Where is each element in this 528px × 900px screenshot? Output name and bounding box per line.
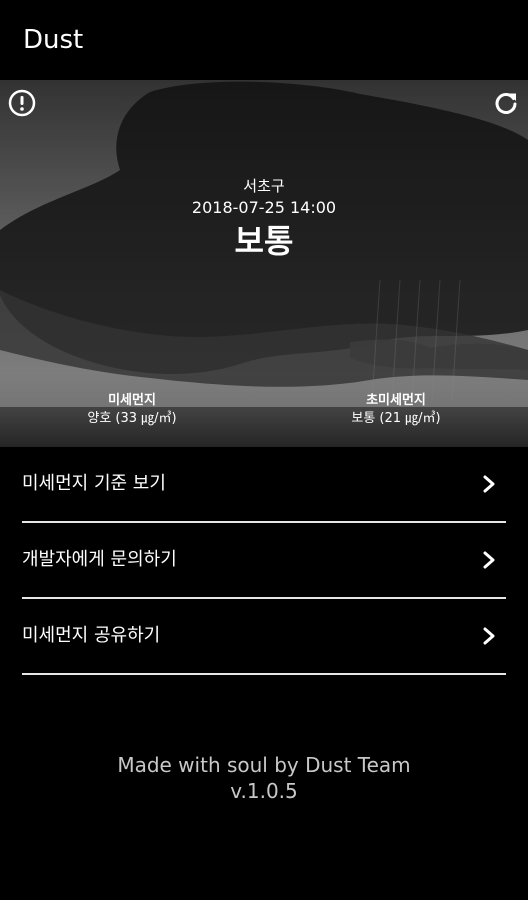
pm25-metric: 초미세먼지 보통 (21 ㎍/㎥) bbox=[306, 392, 486, 428]
weather-hero: 서초구 2018-07-25 14:00 보통 미세먼지 양호 (33 ㎍/㎥)… bbox=[0, 80, 528, 447]
pm10-value: 양호 (33 ㎍/㎥) bbox=[87, 411, 177, 426]
chevron-right-icon bbox=[483, 627, 495, 645]
menu-item-dust-standards[interactable]: 미세먼지 기준 보기 bbox=[22, 447, 506, 523]
pm25-value: 보통 (21 ㎍/㎥) bbox=[351, 411, 441, 426]
air-quality-summary: 서초구 2018-07-25 14:00 보통 bbox=[0, 176, 528, 262]
version-text: v.1.0.5 bbox=[230, 779, 298, 803]
menu-item-label: 개발자에게 문의하기 bbox=[22, 549, 177, 570]
credit-text: Made with soul by Dust Team bbox=[117, 753, 411, 777]
pm10-metric: 미세먼지 양호 (33 ㎍/㎥) bbox=[42, 392, 222, 428]
chevron-right-icon bbox=[483, 475, 495, 493]
chevron-right-icon bbox=[483, 551, 495, 569]
footer: Made with soul by Dust Team v.1.0.5 bbox=[0, 752, 528, 804]
menu-item-contact-developer[interactable]: 개발자에게 문의하기 bbox=[22, 523, 506, 599]
menu-item-label: 미세먼지 기준 보기 bbox=[22, 473, 166, 494]
app-title: Dust bbox=[23, 25, 84, 55]
district-name: 서초구 bbox=[243, 177, 285, 195]
info-circle-icon[interactable] bbox=[7, 88, 37, 118]
measurement-time: 2018-07-25 14:00 bbox=[191, 198, 337, 217]
pm10-label: 미세먼지 bbox=[108, 393, 156, 408]
pm25-label: 초미세먼지 bbox=[366, 393, 426, 408]
menu-item-share-dust[interactable]: 미세먼지 공유하기 bbox=[22, 599, 506, 675]
overall-status: 보통 bbox=[234, 222, 294, 260]
menu-item-label: 미세먼지 공유하기 bbox=[22, 625, 161, 646]
menu-list: 미세먼지 기준 보기 개발자에게 문의하기 미세먼지 공유하기 bbox=[22, 447, 506, 675]
app-bar: Dust bbox=[0, 0, 528, 80]
refresh-icon[interactable] bbox=[491, 88, 521, 118]
